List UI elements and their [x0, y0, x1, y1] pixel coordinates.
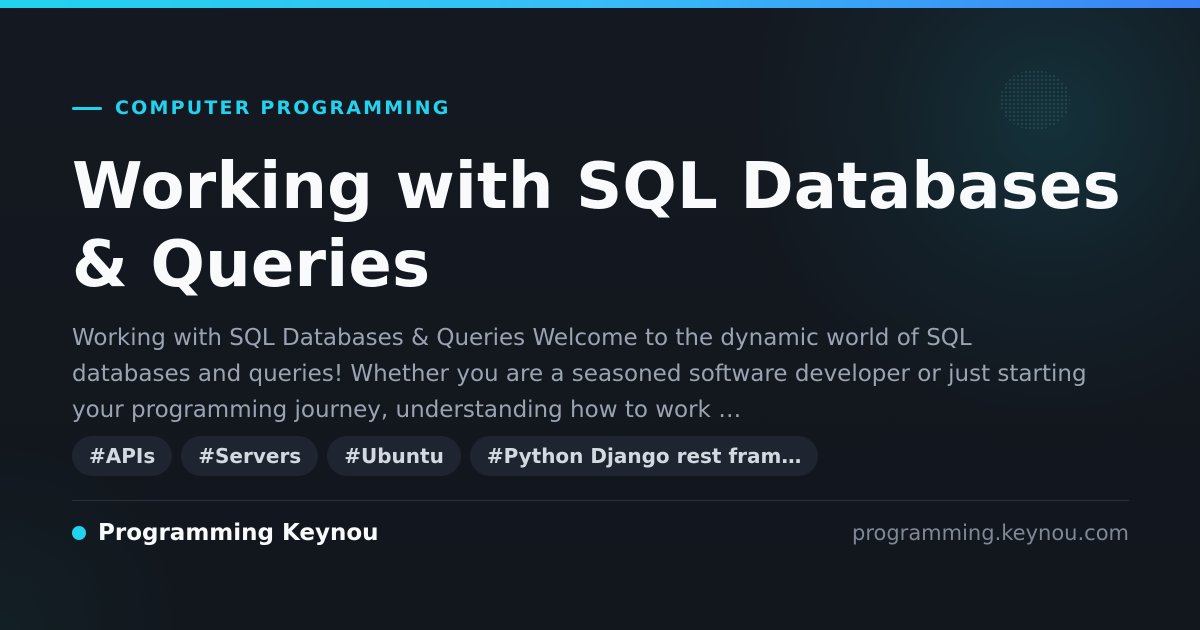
tag-chip[interactable]: #APIs — [72, 436, 173, 476]
tag-chip[interactable]: #Servers — [181, 436, 319, 476]
category-label: COMPUTER PROGRAMMING — [115, 97, 451, 119]
tag-chip[interactable]: #Python Django rest fram… — [469, 436, 819, 476]
footer-divider — [72, 500, 1129, 501]
brand-dot-icon — [72, 526, 86, 540]
tag-list: #APIs #Servers #Ubuntu #Python Django re… — [72, 436, 819, 476]
article-description: Working with SQL Databases & Queries Wel… — [72, 325, 1087, 423]
accent-top-bar — [0, 0, 1200, 8]
decorative-dot-pattern — [1000, 70, 1070, 130]
category-eyebrow: COMPUTER PROGRAMMING — [72, 96, 451, 120]
brand: Programming Keynou — [72, 518, 379, 548]
tag-chip[interactable]: #Ubuntu — [327, 436, 461, 476]
brand-name: Programming Keynou — [98, 520, 379, 546]
category-dash-icon — [72, 106, 102, 110]
site-url[interactable]: programming.keynou.com — [852, 518, 1129, 548]
og-card: COMPUTER PROGRAMMING Working with SQL Da… — [0, 0, 1200, 630]
page-title: Working with SQL Databases & Queries — [72, 150, 1121, 302]
